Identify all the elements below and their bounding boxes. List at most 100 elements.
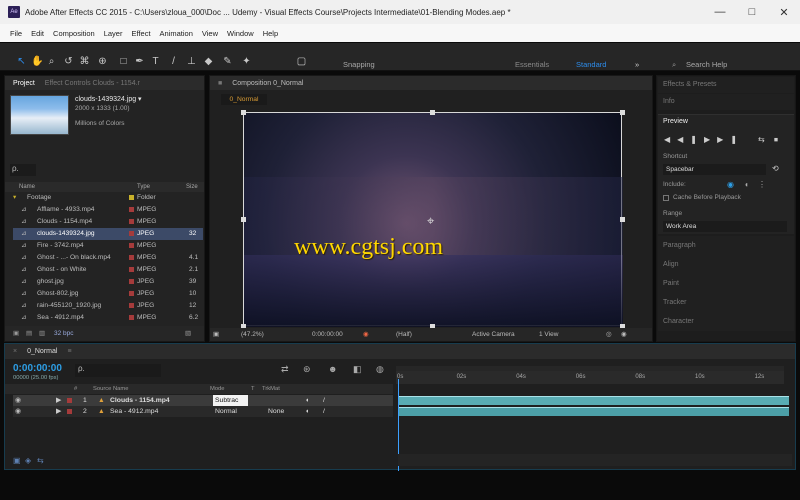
timeline-search-input[interactable]: ρ. bbox=[75, 364, 161, 377]
puppet-tool-icon[interactable]: ✦ bbox=[241, 56, 252, 67]
menu-view[interactable]: View bbox=[202, 29, 218, 38]
anchor-point-icon[interactable]: ⌖ bbox=[427, 213, 434, 229]
menu-help[interactable]: Help bbox=[263, 29, 278, 38]
current-time-display[interactable]: 0:00:00:00 bbox=[312, 328, 343, 341]
camera-tool-icon[interactable]: ⌘ bbox=[79, 56, 90, 67]
clouds-layer-duration-bar[interactable] bbox=[399, 396, 789, 405]
menu-layer[interactable]: Layer bbox=[104, 29, 123, 38]
layer-quality-icon[interactable]: / bbox=[323, 406, 325, 417]
menu-file[interactable]: File bbox=[10, 29, 22, 38]
toggle-modes-icon[interactable]: ◈ bbox=[25, 456, 31, 465]
frame-blending-icon[interactable]: ◧ bbox=[353, 364, 362, 375]
project-file-row[interactable]: ⊿ Fire - 3742.mp4 MPEG bbox=[13, 240, 203, 252]
label-color-swatch[interactable] bbox=[129, 207, 134, 212]
track-matte-dropdown[interactable]: None bbox=[268, 406, 284, 417]
workspace-standard[interactable]: Standard bbox=[576, 60, 606, 69]
brush-tool-icon[interactable]: / bbox=[168, 56, 179, 67]
hand-tool-icon[interactable]: ✋ bbox=[31, 56, 43, 67]
toggle-switches-icon[interactable]: ▣ bbox=[13, 456, 21, 465]
draft-3d-icon[interactable]: ⊛ bbox=[303, 364, 311, 375]
close-button[interactable]: ✕ bbox=[768, 0, 800, 24]
character-panel[interactable]: Character bbox=[658, 312, 794, 331]
label-color-swatch[interactable] bbox=[129, 267, 134, 272]
label-color-swatch[interactable] bbox=[129, 231, 134, 236]
label-color-swatch[interactable] bbox=[129, 243, 134, 248]
layer-expand-icon[interactable]: ▶ bbox=[56, 395, 61, 406]
tab-project[interactable]: Project bbox=[13, 80, 35, 87]
project-file-row[interactable]: ⊿ Sea - 4912.mp4 MPEG 6.2 bbox=[13, 312, 203, 324]
project-file-row[interactable]: ⊿ ghost.jpg JPEG 39 bbox=[13, 276, 203, 288]
snapshot-icon[interactable]: ◉ bbox=[363, 328, 369, 341]
info-panel[interactable]: Info bbox=[658, 94, 794, 110]
column-type[interactable]: Type bbox=[137, 182, 150, 192]
layer-mode-dropdown[interactable]: Subtrac bbox=[213, 395, 248, 406]
shortcut-dropdown[interactable]: Spacebar bbox=[663, 164, 766, 175]
rotate-tool-icon[interactable]: ↺ bbox=[63, 56, 74, 67]
tracker-panel[interactable]: Tracker bbox=[658, 293, 794, 312]
selection-tool-icon[interactable]: ↖ bbox=[16, 56, 27, 67]
tab-effect-controls[interactable]: Effect Controls Clouds - 1154.r bbox=[45, 80, 140, 87]
transform-handle[interactable] bbox=[430, 110, 435, 115]
label-color-swatch[interactable] bbox=[129, 291, 134, 296]
label-color-swatch[interactable] bbox=[129, 219, 134, 224]
toggle-in-out-icon[interactable]: ⇆ bbox=[37, 456, 44, 465]
project-file-row[interactable]: ⊿ Ghost - ...- On black.mp4 MPEG 4.1 bbox=[13, 252, 203, 264]
transform-handle[interactable] bbox=[241, 110, 246, 115]
project-file-row[interactable]: ⊿ Ghost - on White MPEG 2.1 bbox=[13, 264, 203, 276]
timeline-menu-icon[interactable]: ≡ bbox=[67, 348, 71, 355]
resolution-dropdown[interactable]: (Half) bbox=[396, 328, 412, 341]
transform-handle[interactable] bbox=[241, 217, 246, 222]
layer-expand-icon[interactable]: ▶ bbox=[56, 406, 61, 417]
color-depth-label[interactable]: 32 bpc bbox=[54, 326, 74, 341]
timeline-zoom-bar[interactable] bbox=[398, 454, 792, 466]
composition-subtab[interactable]: 0_Normal bbox=[221, 94, 267, 105]
roto-brush-tool-icon[interactable]: ✎ bbox=[222, 56, 233, 67]
reset-shortcut-icon[interactable]: ⟲ bbox=[772, 164, 779, 173]
align-panel[interactable]: Align bbox=[658, 255, 794, 274]
menu-effect[interactable]: Effect bbox=[131, 29, 150, 38]
fast-preview-icon[interactable]: ◉ bbox=[621, 328, 627, 341]
composition-lock-icon[interactable]: ■ bbox=[218, 80, 222, 87]
composition-tab[interactable]: Composition 0_Normal bbox=[232, 80, 303, 87]
text-tool-icon[interactable]: T bbox=[150, 56, 161, 67]
comp-mini-flowchart-icon[interactable]: ⇄ bbox=[281, 364, 289, 375]
timeline-layer-row[interactable]: ◉ ▶ 2 ▲ Sea - 4912.mp4 Normal None ◖ / bbox=[13, 406, 393, 417]
layer-mode-dropdown[interactable]: Normal bbox=[213, 406, 248, 417]
time-ruler[interactable]: 0s 02s 04s 06s 08s 10s 12s bbox=[396, 371, 784, 384]
column-name[interactable]: Name bbox=[19, 182, 35, 192]
label-color-swatch[interactable] bbox=[129, 255, 134, 260]
snapping-checkbox-icon[interactable]: ▢ bbox=[296, 56, 307, 67]
label-color-swatch[interactable] bbox=[129, 279, 134, 284]
view-layout-dropdown[interactable]: 1 View bbox=[539, 328, 558, 341]
more-workspaces-icon[interactable]: » bbox=[635, 60, 639, 69]
shy-layers-icon[interactable]: ☻ bbox=[328, 364, 337, 374]
layer-quality-icon[interactable]: / bbox=[323, 395, 325, 406]
menu-animation[interactable]: Animation bbox=[160, 29, 193, 38]
visibility-eye-icon[interactable]: ◉ bbox=[15, 395, 21, 406]
rectangle-tool-icon[interactable]: □ bbox=[118, 56, 129, 67]
visibility-eye-icon[interactable]: ◉ bbox=[15, 406, 21, 417]
search-help-input[interactable]: Search Help bbox=[686, 60, 727, 69]
project-file-row[interactable]: ⊿ clouds-1439324.jpg JPEG 32 bbox=[13, 228, 203, 240]
pen-tool-icon[interactable]: ✒ bbox=[134, 56, 145, 67]
motion-blur-icon[interactable]: ◍ bbox=[376, 364, 384, 375]
loop-icon[interactable]: ⇆ bbox=[758, 135, 765, 144]
pan-behind-tool-icon[interactable]: ⊕ bbox=[97, 56, 108, 67]
label-color-swatch[interactable] bbox=[129, 195, 134, 200]
layer-shy-icon[interactable]: ◖ bbox=[305, 406, 309, 417]
project-search-input[interactable]: ρ. bbox=[10, 164, 36, 176]
always-preview-icon[interactable]: ▣ bbox=[213, 328, 219, 341]
project-file-row[interactable]: ⊿ Clouds - 1154.mp4 MPEG bbox=[13, 216, 203, 228]
transform-handle[interactable] bbox=[620, 110, 625, 115]
workspace-essentials[interactable]: Essentials bbox=[515, 60, 549, 69]
eraser-tool-icon[interactable]: ◆ bbox=[203, 56, 214, 67]
effects-presets-panel[interactable]: Effects & Presets bbox=[658, 77, 794, 93]
layer-label-color[interactable] bbox=[67, 409, 72, 414]
interpret-footage-icon[interactable]: ▣ bbox=[13, 326, 19, 341]
composition-preview[interactable]: ⌖ www.cgtsj.com bbox=[241, 110, 625, 329]
timeline-layer-row[interactable]: ◉ ▶ 1 ▲ Clouds - 1154.mp4 Subtrac ◖ / bbox=[13, 395, 393, 406]
project-file-row[interactable]: ⊿ Ghost-802.jpg JPEG 10 bbox=[13, 288, 203, 300]
camera-dropdown[interactable]: Active Camera bbox=[472, 328, 515, 341]
timeline-close-icon[interactable]: × bbox=[13, 348, 17, 355]
layer-shy-icon[interactable]: ◖ bbox=[305, 395, 309, 406]
